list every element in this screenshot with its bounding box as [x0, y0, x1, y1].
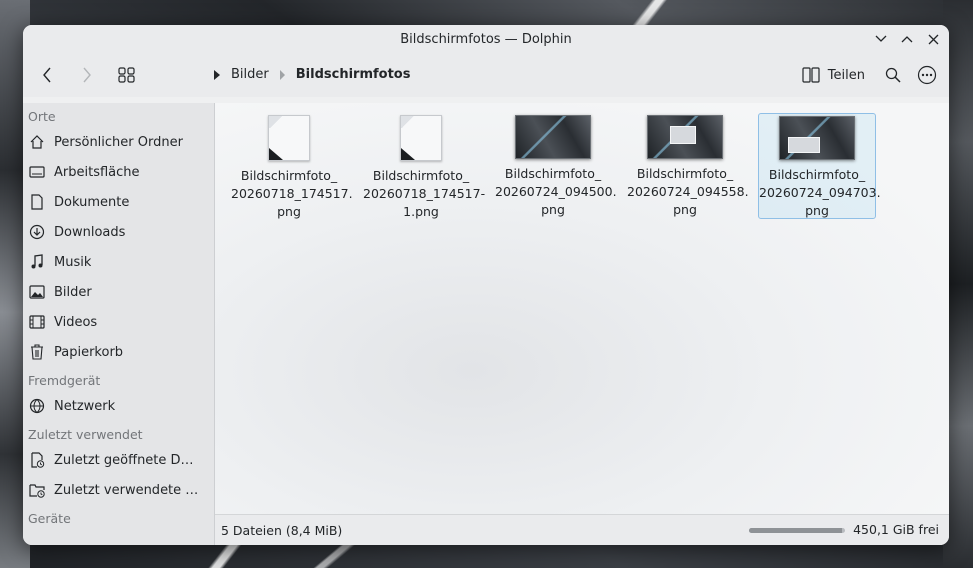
sidebar-item-recent-folders[interactable]: Zuletzt verwendete O…: [23, 475, 214, 505]
chevron-up-icon: [901, 36, 913, 43]
file-view[interactable]: Bildschirmfoto_ 20260718_174517. png Bil…: [215, 103, 949, 515]
file-item[interactable]: Bildschirmfoto_ 20260718_174517- 1.png: [362, 113, 486, 219]
icons-view-icon: [118, 67, 135, 83]
close-icon: [928, 34, 938, 44]
image-file-icon: [400, 115, 442, 161]
sidebar-item-desktop[interactable]: Arbeitsfläche: [23, 157, 214, 187]
arrow-left-icon: [43, 67, 51, 83]
window-controls: [871, 29, 943, 49]
sidebar-item-label: Dokumente: [54, 194, 130, 210]
titlebar[interactable]: Bildschirmfotos — Dolphin: [23, 25, 949, 53]
window-title: Bildschirmfotos — Dolphin: [400, 31, 572, 47]
disk-usage-bar[interactable]: [749, 528, 845, 533]
section-title-orte[interactable]: Orte: [23, 107, 214, 127]
file-name: Bildschirmfoto_ 20260724_094703. png: [759, 167, 881, 218]
minimize-button[interactable]: [871, 29, 891, 49]
toolbar: Bilder Bildschirmfotos Teilen: [23, 53, 949, 97]
share-button[interactable]: Teilen: [792, 59, 875, 91]
menu-button[interactable]: [911, 59, 943, 91]
trash-icon: [28, 343, 46, 361]
screenshot-thumbnail: [779, 116, 855, 160]
file-item[interactable]: Bildschirmfoto_ 20260718_174517. png: [230, 113, 353, 219]
split-view-icon: [802, 67, 820, 83]
status-bar: 5 Dateien (8,4 MiB) 450,1 GiB frei: [215, 514, 949, 545]
sidebar-item-label: Papierkorb: [54, 344, 124, 360]
sidebar-item-trash[interactable]: Papierkorb: [23, 337, 214, 367]
sidebar-item-pictures[interactable]: Bilder: [23, 277, 214, 307]
file-thumbnail: [400, 115, 442, 161]
network-icon: [28, 397, 46, 415]
breadcrumb-item-current[interactable]: Bildschirmfotos: [296, 67, 411, 82]
file-thumbnail: [647, 115, 723, 159]
file-thumbnail: [779, 116, 855, 160]
file-name: Bildschirmfoto_ 20260724_094558. png: [627, 166, 749, 217]
recent-folders-icon: [28, 481, 46, 499]
file-name: Bildschirmfoto_ 20260718_174517. png: [231, 168, 353, 219]
music-icon: [28, 253, 46, 271]
maximize-button[interactable]: [897, 29, 917, 49]
sidebar-item-label: Zuletzt verwendete O…: [54, 482, 199, 498]
sidebar-item-label: Persönlicher Ordner: [54, 134, 183, 150]
section-title-recent[interactable]: Zuletzt verwendet: [23, 425, 214, 445]
sidebar-item-label: Videos: [54, 314, 98, 330]
sidebar-item-label: Zuletzt geöffnete Dat…: [54, 452, 199, 468]
screenshot-thumbnail: [515, 115, 591, 159]
screenshot-thumbnail: [647, 115, 723, 159]
section-title-devices[interactable]: Geräte: [23, 509, 214, 529]
section-title-remote[interactable]: Fremdgerät: [23, 371, 214, 391]
document-icon: [28, 193, 46, 211]
file-thumbnail: [515, 115, 591, 159]
sidebar-item-recent-files[interactable]: Zuletzt geöffnete Dat…: [23, 445, 214, 475]
file-item[interactable]: Bildschirmfoto_ 20260724_094500. png: [494, 113, 617, 219]
breadcrumb: Bilder Bildschirmfotos: [213, 67, 410, 82]
forward-button[interactable]: [71, 59, 103, 91]
search-button[interactable]: [877, 59, 909, 91]
more-options-icon: [917, 65, 937, 85]
status-summary: 5 Dateien (8,4 MiB): [221, 522, 343, 538]
sidebar-item-label: Bilder: [54, 284, 92, 300]
desktop-icon: [28, 163, 46, 181]
video-icon: [28, 313, 46, 331]
close-button[interactable]: [923, 29, 943, 49]
sidebar-item-label: Downloads: [54, 224, 126, 240]
image-file-icon: [268, 115, 310, 161]
sidebar-item-downloads[interactable]: Downloads: [23, 217, 214, 247]
file-name: Bildschirmfoto_ 20260718_174517- 1.png: [363, 168, 486, 219]
breadcrumb-separator-icon[interactable]: [279, 69, 286, 80]
file-item-selected[interactable]: Bildschirmfoto_ 20260724_094703. png: [758, 113, 881, 219]
dolphin-window: Bildschirmfotos — Dolphin Bilder Bildsch…: [23, 25, 949, 545]
chevron-down-icon: [875, 35, 887, 42]
view-mode-button[interactable]: [111, 59, 143, 91]
picture-icon: [28, 283, 46, 301]
back-button[interactable]: [31, 59, 63, 91]
file-name: Bildschirmfoto_ 20260724_094500. png: [495, 166, 617, 217]
sidebar-item-videos[interactable]: Videos: [23, 307, 214, 337]
sidebar-item-home[interactable]: Persönlicher Ordner: [23, 127, 214, 157]
share-label: Teilen: [827, 67, 865, 83]
free-space-label: 450,1 GiB frei: [853, 522, 939, 537]
home-icon: [28, 133, 46, 151]
sidebar-item-label: Netzwerk: [54, 398, 116, 414]
breadcrumb-root-arrow-icon[interactable]: [213, 69, 221, 80]
disk-usage-fill: [749, 528, 843, 533]
sidebar-item-network[interactable]: Netzwerk: [23, 391, 214, 421]
places-panel: Orte Persönlicher Ordner Arbeitsfläche D…: [23, 103, 215, 545]
sidebar-item-label: Musik: [54, 254, 92, 270]
sidebar-item-documents[interactable]: Dokumente: [23, 187, 214, 217]
sidebar-item-label: Arbeitsfläche: [54, 164, 140, 180]
file-item[interactable]: Bildschirmfoto_ 20260724_094558. png: [626, 113, 749, 219]
arrow-right-icon: [83, 67, 91, 83]
recent-files-icon: [28, 451, 46, 469]
search-icon: [885, 67, 901, 83]
file-thumbnail: [268, 115, 310, 161]
sidebar-item-music[interactable]: Musik: [23, 247, 214, 277]
breadcrumb-item-bilder[interactable]: Bilder: [231, 67, 269, 82]
download-icon: [28, 223, 46, 241]
